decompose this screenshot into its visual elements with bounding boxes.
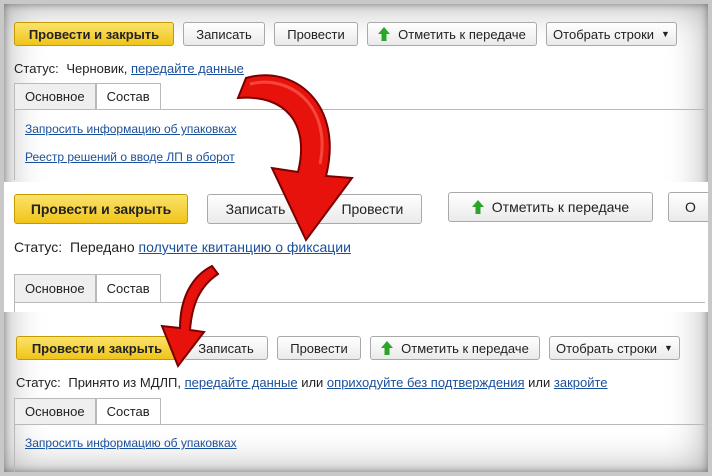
- status-label: Статус:: [14, 61, 59, 76]
- select-rows-button[interactable]: Отобрать строки ▼: [546, 22, 677, 46]
- panel-transferred: Провести и закрыть Записать Провести Отм…: [4, 182, 708, 312]
- status-value: Передано: [70, 239, 135, 255]
- tab-contents[interactable]: Состав: [95, 83, 161, 109]
- screenshot-frame: Провести и закрыть Записать Провести Отм…: [4, 4, 708, 472]
- tab-bar: Основное Состав: [14, 398, 161, 424]
- status-value: Черновик,: [66, 61, 128, 76]
- post-button[interactable]: Провести: [277, 336, 361, 360]
- tab-body: [14, 109, 705, 180]
- mark-transfer-button[interactable]: Отметить к передаче: [448, 192, 653, 222]
- tab-contents[interactable]: Состав: [95, 274, 161, 302]
- post-close-button[interactable]: Провести и закрыть: [16, 336, 178, 360]
- select-rows-label: Отобрать строки: [553, 26, 655, 42]
- tab-contents[interactable]: Состав: [95, 398, 161, 424]
- transfer-data-link[interactable]: передайте данные: [185, 375, 298, 390]
- status-label: Статус:: [16, 375, 61, 390]
- status-line: Статус: Принято из МДЛП, передайте данны…: [16, 375, 608, 390]
- post-button[interactable]: Провести: [274, 22, 358, 46]
- get-receipt-link[interactable]: получите квитанцию о фиксации: [139, 239, 351, 255]
- save-button[interactable]: Записать: [183, 22, 265, 46]
- save-button[interactable]: Записать Провести: [207, 194, 422, 224]
- request-package-info-link[interactable]: Запросить информацию об упаковках: [25, 122, 237, 136]
- registry-decisions-link[interactable]: Реестр решений о вводе ЛП в оборот: [25, 150, 235, 164]
- panel-accepted: Провести и закрыть Записать Провести Отм…: [4, 322, 708, 472]
- status-label: Статус:: [14, 239, 63, 255]
- mark-transfer-label: Отметить к передаче: [401, 340, 529, 356]
- select-rows-button[interactable]: Отобрать строки ▼: [549, 336, 680, 360]
- chevron-down-icon: ▼: [664, 343, 673, 353]
- tab-bar: Основное Состав: [14, 83, 161, 109]
- select-rows-label: Отобрать строки: [556, 340, 658, 356]
- status-value: Принято из МДЛП,: [68, 375, 182, 390]
- green-up-arrow-icon: [381, 341, 394, 355]
- tab-main[interactable]: Основное: [14, 83, 96, 109]
- save-label: Записать: [225, 201, 286, 217]
- green-up-arrow-icon: [378, 27, 391, 41]
- request-package-info-link[interactable]: Запросить информацию об упаковках: [25, 436, 237, 450]
- status-line: Статус: Черновик, передайте данные: [14, 61, 244, 76]
- receive-without-confirmation-link[interactable]: оприходуйте без подтверждения: [327, 375, 525, 390]
- save-button[interactable]: Записать: [184, 336, 268, 360]
- transfer-data-link[interactable]: передайте данные: [131, 61, 244, 76]
- post-close-button[interactable]: Провести и закрыть: [14, 194, 188, 224]
- tab-main[interactable]: Основное: [14, 398, 96, 424]
- chevron-down-icon: ▼: [661, 29, 670, 39]
- mark-transfer-label: Отметить к передаче: [491, 199, 630, 215]
- panel-draft: Провести и закрыть Записать Провести Отм…: [4, 4, 708, 182]
- status-line: Статус: Передано получите квитанцию о фи…: [14, 239, 351, 255]
- close-link[interactable]: закройте: [554, 375, 608, 390]
- tab-bar: Основное Состав: [14, 274, 161, 302]
- mark-transfer-label: Отметить к передаче: [398, 26, 526, 42]
- tab-body: [14, 302, 705, 312]
- mark-transfer-button[interactable]: Отметить к передаче: [367, 22, 537, 46]
- post-label: Провести: [341, 201, 404, 217]
- green-up-arrow-icon: [471, 200, 484, 214]
- status-or-2: или: [528, 375, 551, 390]
- select-rows-button[interactable]: О: [668, 192, 708, 222]
- post-close-button[interactable]: Провести и закрыть: [14, 22, 174, 46]
- tab-main[interactable]: Основное: [14, 274, 96, 302]
- status-or-1: или: [301, 375, 324, 390]
- mark-transfer-button[interactable]: Отметить к передаче: [370, 336, 540, 360]
